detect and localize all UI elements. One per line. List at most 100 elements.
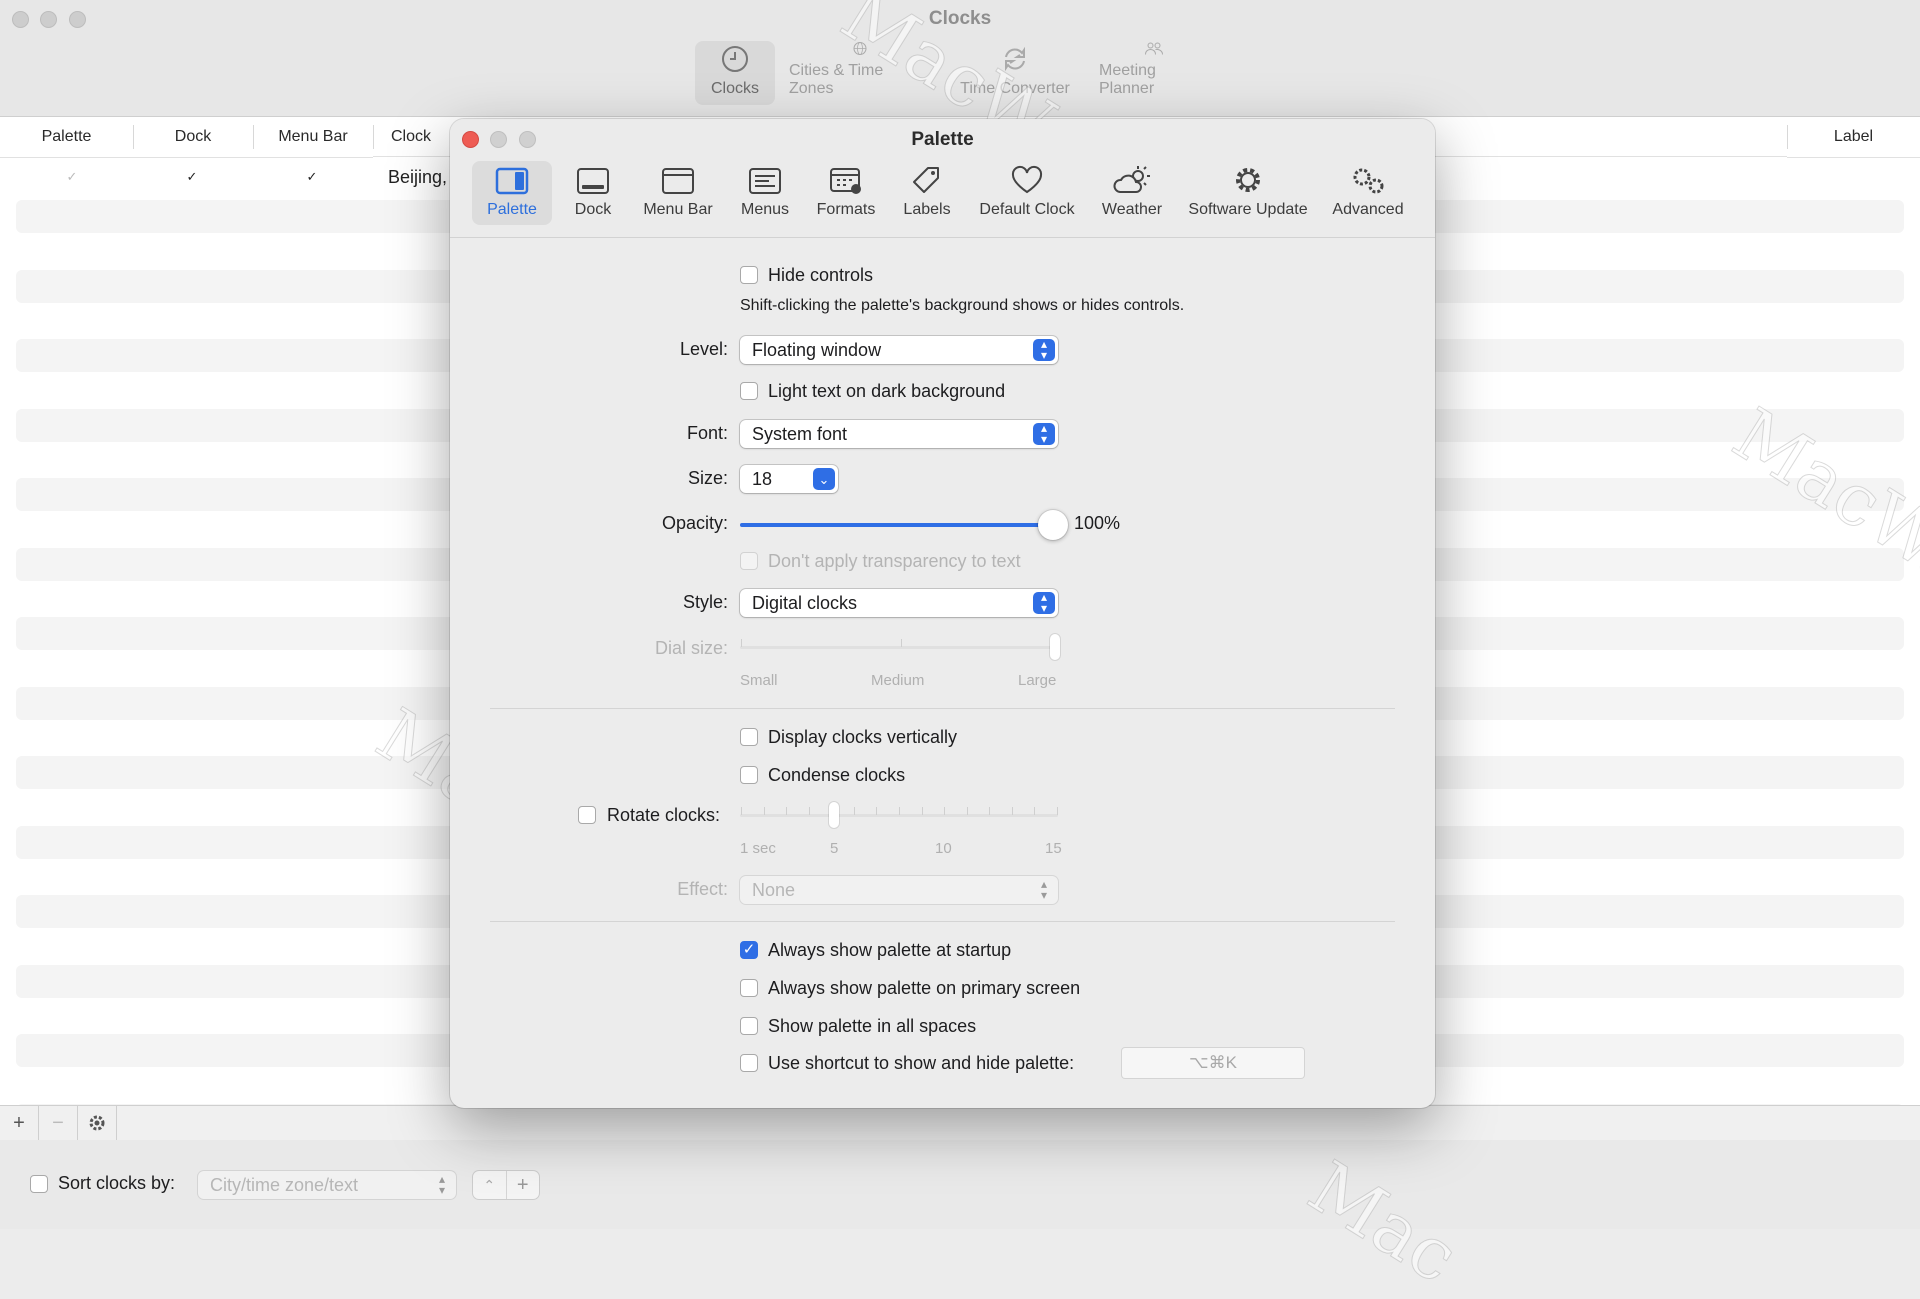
dial-size-track[interactable]: [740, 646, 1058, 649]
tab-software-update[interactable]: Software Update: [1178, 161, 1318, 225]
effect-popup[interactable]: None ▴ ▾: [740, 876, 1058, 904]
plus-icon: +: [516, 1174, 529, 1196]
tab-palette[interactable]: Palette: [472, 161, 552, 225]
gear-icon: [89, 1115, 105, 1131]
font-label: Font:: [686, 423, 728, 443]
column-header-menubar[interactable]: Menu Bar: [253, 117, 373, 158]
light-text-checkbox[interactable]: [740, 382, 758, 400]
column-header-label[interactable]: Label: [1787, 117, 1920, 158]
gear-icon: [1236, 168, 1260, 192]
dock-checkbox[interactable]: ✓: [185, 170, 199, 184]
menubar-checkbox[interactable]: ✓: [305, 170, 319, 184]
main-titlebar: Clocks Clocks Cities & Time Zones Time C…: [0, 0, 1920, 117]
palette-checkbox[interactable]: ✓: [65, 170, 79, 184]
globe-icon: [853, 42, 867, 55]
sort-popup[interactable]: City/time zone/text ▴ ▾: [198, 1171, 456, 1199]
style-popup[interactable]: Digital clocks ▴ ▾: [740, 589, 1058, 617]
sort-order-button[interactable]: ⌃ +: [473, 1171, 539, 1199]
tab-label: Advanced: [1332, 201, 1404, 218]
style-value: Digital clocks: [752, 593, 858, 613]
level-popup[interactable]: Floating window ▴ ▾: [740, 336, 1058, 364]
size-value: 18: [752, 469, 773, 489]
always-startup-checkbox[interactable]: ✓: [740, 941, 758, 959]
rotate-label: Rotate clocks:: [607, 805, 721, 825]
dial-size-label: Dial size:: [654, 638, 728, 658]
shortcut-field[interactable]: ⌥⌘K: [1122, 1048, 1304, 1078]
rotate-checkbox[interactable]: [578, 806, 596, 824]
tab-cities[interactable]: Cities & Time Zones: [775, 41, 945, 105]
tab-clocks[interactable]: Clocks: [695, 41, 775, 105]
tab-labels[interactable]: Labels: [892, 161, 962, 225]
column-header-palette[interactable]: Palette: [0, 117, 133, 158]
tab-label: Formats: [816, 201, 876, 218]
all-spaces-label: Show palette in all spaces: [768, 1016, 977, 1036]
menu-bar-icon: [662, 168, 694, 194]
level-label: Level:: [679, 339, 728, 359]
column-separator: [373, 125, 374, 149]
tab-meeting-planner[interactable]: Meeting Planner: [1085, 41, 1222, 105]
footer: Sort clocks by: City/time zone/text ▴ ▾ ⌃…: [0, 1140, 1920, 1229]
tab-advanced[interactable]: Advanced: [1324, 161, 1412, 225]
dial-tick-large: Large: [1018, 672, 1057, 689]
tab-menu-bar[interactable]: Menu Bar: [632, 161, 724, 225]
dialog-toolbar: Palette Palette Dock Menu Bar Menus Form…: [450, 119, 1435, 238]
heart-icon: [1011, 165, 1043, 194]
calendar-icon: [830, 168, 861, 194]
add-clock-button[interactable]: +: [0, 1106, 39, 1140]
dial-tick-medium: Medium: [871, 672, 925, 689]
tick-mark: [1034, 807, 1036, 815]
rotate-tick-1sec: 1 sec: [740, 840, 776, 857]
list-bottom-bar: + −: [0, 1105, 1920, 1141]
sort-up-icon: ⌃: [473, 1171, 507, 1199]
style-label: Style:: [682, 592, 728, 612]
tick-mark: [1011, 807, 1013, 815]
tab-label: Software Update: [1188, 201, 1308, 218]
opacity-fill: [740, 523, 1050, 527]
all-spaces-checkbox[interactable]: [740, 1017, 758, 1035]
size-combo[interactable]: 18 ⌄: [740, 465, 838, 493]
remove-clock-button[interactable]: −: [39, 1106, 78, 1140]
display-vertical-checkbox[interactable]: [740, 728, 758, 746]
condense-checkbox[interactable]: [740, 766, 758, 784]
tick-mark: [1057, 807, 1058, 815]
tab-default-clock[interactable]: Default Clock: [968, 161, 1086, 225]
gear-button[interactable]: [78, 1106, 117, 1140]
dial-size-knob[interactable]: [1050, 634, 1060, 660]
chevron-updown-icon: ▴ ▾: [438, 1172, 446, 1197]
no-transparency-checkbox[interactable]: [740, 552, 758, 570]
tick-mark: [901, 639, 902, 647]
column-header-dock[interactable]: Dock: [133, 117, 253, 158]
tab-formats[interactable]: Formats: [806, 161, 886, 225]
opacity-knob[interactable]: [1038, 510, 1068, 540]
tab-menus[interactable]: Menus: [730, 161, 800, 225]
tab-label: Time Converter: [960, 80, 1070, 97]
chevron-down-icon: ⌄: [813, 468, 835, 490]
condense-label: Condense clocks: [768, 765, 906, 785]
window-title: Clocks: [928, 8, 992, 29]
tab-label: Labels: [903, 201, 951, 218]
tab-weather[interactable]: Weather: [1092, 161, 1172, 225]
tab-label: Menu Bar: [643, 201, 713, 218]
tick-mark: [989, 807, 991, 815]
hide-controls-checkbox[interactable]: [740, 266, 758, 284]
column-label: Menu Bar: [278, 128, 348, 145]
always-primary-checkbox[interactable]: [740, 979, 758, 997]
column-separator: [253, 125, 254, 149]
sort-checkbox[interactable]: [30, 1175, 48, 1193]
tab-label: Weather: [1101, 201, 1163, 218]
rotate-knob[interactable]: [829, 802, 839, 828]
hide-controls-label: Hide controls: [768, 265, 874, 285]
separator: [490, 921, 1395, 922]
column-label: Palette: [41, 128, 92, 145]
display-vertical-label: Display clocks vertically: [768, 727, 958, 747]
shortcut-checkbox[interactable]: [740, 1054, 758, 1072]
tick-mark: [741, 639, 742, 647]
column-separator: [133, 125, 134, 149]
tab-time-converter[interactable]: Time Converter: [945, 41, 1085, 105]
dialog-title: Palette: [911, 129, 974, 150]
tab-label: Menus: [740, 201, 790, 218]
tab-label: Default Clock: [979, 201, 1075, 218]
font-popup[interactable]: System font ▴ ▾: [740, 420, 1058, 448]
palette-icon: [495, 167, 529, 195]
tab-dock[interactable]: Dock: [560, 161, 626, 225]
